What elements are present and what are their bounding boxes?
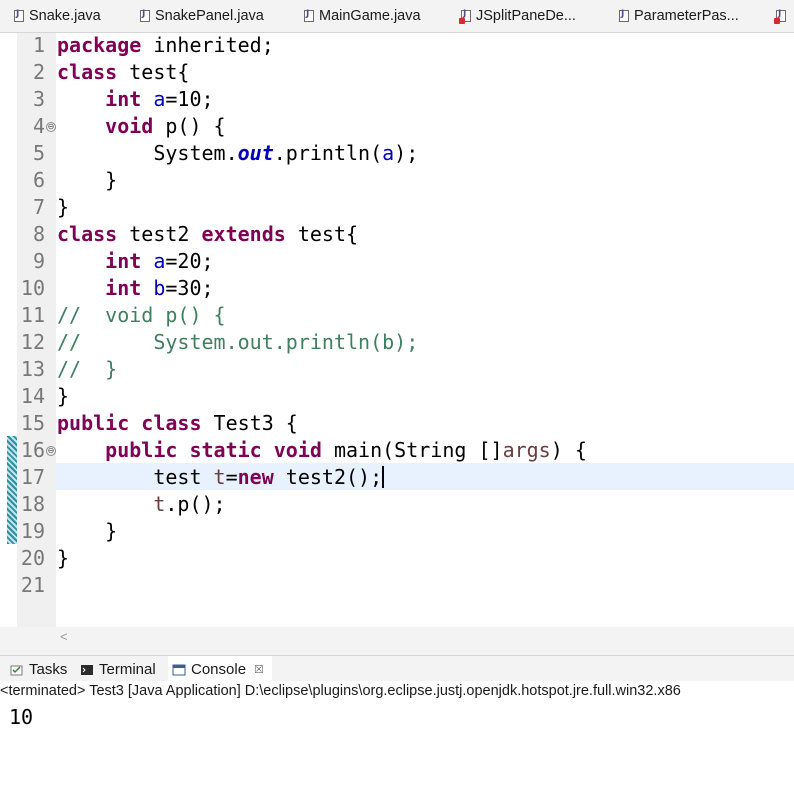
code-line-16: public static void main(String []args) { — [105, 438, 587, 462]
occurrence-marker — [7, 436, 17, 544]
line-number: 3 — [32, 87, 45, 111]
line-number: 7 — [32, 195, 45, 219]
tab-label: JSplitPaneDe... — [476, 8, 576, 24]
code-line-8: class test2 extends test{ — [57, 222, 359, 246]
code-line-6: } — [57, 168, 118, 192]
line-number: 19 — [20, 519, 45, 543]
line-number: 13 — [20, 357, 45, 381]
code-line-19: } — [57, 519, 118, 543]
code-line-11: // void p() { — [57, 303, 226, 327]
code-line-3: int a=10; — [105, 87, 214, 111]
tab-label: Terminal — [99, 660, 156, 678]
fold-collapse-icon[interactable]: ⊖ — [46, 122, 56, 132]
line-number: 18 — [20, 492, 45, 516]
console-status-line: <terminated> Test3 [Java Application] D:… — [0, 681, 794, 702]
tab-console[interactable]: Console ☒ — [168, 656, 272, 682]
tab-label: Snake.java — [29, 8, 101, 24]
line-number: 21 — [20, 573, 45, 597]
tab-label: ParameterPas... — [634, 8, 739, 24]
terminal-icon — [80, 663, 94, 675]
scroll-left-icon[interactable]: < — [60, 629, 68, 644]
fold-collapse-icon[interactable]: ⊖ — [46, 446, 56, 456]
tab-parameterpassing[interactable]: ParameterPas... — [619, 0, 739, 32]
code-line-5: System.out.println(a); — [153, 141, 419, 165]
java-file-icon — [14, 9, 24, 22]
tab-jsplitpanedemo[interactable]: JSplitPaneDe... — [459, 0, 576, 32]
tab-terminal[interactable]: Terminal — [80, 656, 156, 682]
code-line-2: class test{ — [57, 60, 190, 84]
java-file-icon — [304, 9, 314, 22]
line-number: 1 — [32, 33, 45, 57]
code-line-14: } — [57, 384, 70, 408]
tab-label: SnakePanel.java — [155, 8, 264, 24]
console-output-area[interactable] — [0, 702, 794, 804]
code-line-7: } — [57, 195, 70, 219]
horizontal-scrollbar[interactable]: < — [0, 627, 794, 655]
tab-snake-java[interactable]: Snake.java — [14, 0, 101, 32]
line-number: 4 — [32, 114, 45, 138]
line-number: 8 — [32, 222, 45, 246]
line-number: 15 — [20, 411, 45, 435]
editor-tab-bar: Snake.java SnakePanel.java MainGame.java… — [0, 0, 794, 33]
java-file-icon — [140, 9, 150, 22]
tasks-icon — [10, 663, 24, 676]
code-line-9: int a=20; — [105, 249, 214, 273]
line-number: 20 — [20, 546, 45, 570]
java-file-icon — [619, 9, 629, 22]
line-number: 2 — [32, 60, 45, 84]
line-number: 5 — [32, 141, 45, 165]
code-line-4: void p() { — [105, 114, 226, 138]
line-number: 14 — [20, 384, 45, 408]
text-caret — [382, 466, 385, 488]
line-number: 12 — [20, 330, 45, 354]
java-file-error-icon — [774, 9, 786, 24]
code-editor[interactable]: 1 2 3 4 5 6 7 8 9 10 11 12 13 14 15 16 1… — [0, 33, 794, 627]
code-line-10: int b=30; — [105, 276, 214, 300]
tab-overflow[interactable] — [774, 0, 791, 32]
code-line-1: package inherited; — [57, 33, 274, 57]
line-number: 11 — [20, 303, 45, 327]
line-number: 6 — [32, 168, 45, 192]
close-icon[interactable]: ☒ — [254, 663, 264, 676]
tab-maingame-java[interactable]: MainGame.java — [304, 0, 421, 32]
line-number: 16 — [20, 438, 45, 462]
line-number: 10 — [20, 276, 45, 300]
overview-strip — [0, 33, 7, 627]
tab-label: Tasks — [29, 660, 68, 678]
console-output-text: 10 — [9, 705, 34, 729]
tab-snakepanel-java[interactable]: SnakePanel.java — [140, 0, 264, 32]
console-icon — [172, 663, 186, 676]
code-line-17: test t=new test2(); — [153, 465, 385, 489]
java-file-error-icon — [459, 9, 471, 24]
code-line-18: t.p(); — [153, 492, 226, 516]
code-line-20: } — [57, 546, 70, 570]
line-number: 17 — [20, 465, 45, 489]
line-number: 9 — [32, 249, 45, 273]
code-line-13: // } — [57, 357, 118, 381]
code-line-12: // System.out.println(b); — [57, 330, 419, 354]
bottom-panel-tabs: Tasks Terminal Console ☒ — [0, 655, 794, 682]
tab-label: Console — [191, 660, 247, 678]
tab-label: MainGame.java — [319, 8, 421, 24]
tab-tasks[interactable]: Tasks — [10, 656, 67, 682]
code-line-15: public class Test3 { — [57, 411, 298, 435]
